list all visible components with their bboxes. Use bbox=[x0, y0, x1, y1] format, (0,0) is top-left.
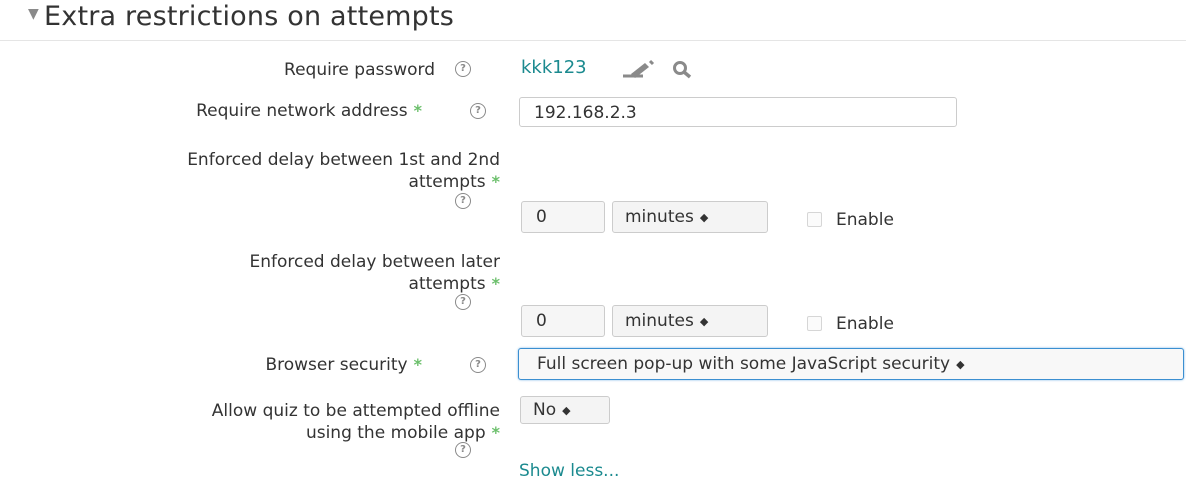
delay-first-label: Enforced delay between 1st and 2nd attem… bbox=[187, 149, 500, 193]
delay-later-label-line1: Enforced delay between later bbox=[249, 252, 500, 272]
pencil-icon[interactable] bbox=[621, 59, 655, 79]
require-password-label: Require password bbox=[284, 60, 435, 80]
offline-select[interactable]: No ◆ bbox=[520, 396, 610, 424]
delay-first-enable-checkbox[interactable] bbox=[807, 212, 822, 227]
browser-security-label: Browser security * bbox=[265, 354, 422, 376]
delay-later-enable-label[interactable]: Enable bbox=[836, 314, 894, 334]
help-icon[interactable]: ? bbox=[455, 442, 471, 458]
search-icon[interactable] bbox=[672, 60, 694, 80]
require-network-label: Require network address * bbox=[196, 100, 422, 122]
delay-later-unit-value: minutes bbox=[625, 311, 694, 331]
sort-arrows-icon: ◆ bbox=[699, 315, 709, 328]
delay-first-enable-label[interactable]: Enable bbox=[836, 210, 894, 230]
section-title[interactable]: Extra restrictions on attempts bbox=[44, 1, 454, 32]
triangle-down-icon[interactable]: ▼ bbox=[28, 6, 39, 22]
required-icon: * bbox=[491, 274, 500, 293]
browser-security-value: Full screen pop-up with some JavaScript … bbox=[537, 354, 951, 374]
help-icon[interactable]: ? bbox=[470, 103, 486, 119]
network-address-input[interactable]: 192.168.2.3 bbox=[519, 97, 957, 127]
required-icon: * bbox=[491, 423, 500, 442]
sort-arrows-icon: ◆ bbox=[562, 404, 571, 417]
delay-later-input[interactable]: 0 bbox=[521, 305, 605, 337]
require-network-label-text: Require network address bbox=[196, 101, 408, 121]
section-header[interactable]: ▼ Extra restrictions on attempts bbox=[0, 0, 1186, 41]
required-icon: * bbox=[491, 172, 500, 191]
required-icon: * bbox=[413, 101, 422, 120]
delay-later-unit-select[interactable]: minutes ◆ bbox=[612, 305, 768, 337]
show-less-link[interactable]: Show less... bbox=[519, 461, 619, 481]
help-icon[interactable]: ? bbox=[455, 61, 471, 77]
offline-label: Allow quiz to be attempted offline using… bbox=[212, 400, 500, 444]
delay-later-label-line2: attempts bbox=[408, 274, 486, 294]
offline-value: No bbox=[533, 400, 557, 420]
help-icon[interactable]: ? bbox=[455, 193, 471, 209]
delay-first-label-line1: Enforced delay between 1st and 2nd bbox=[187, 150, 500, 170]
offline-label-line1: Allow quiz to be attempted offline bbox=[211, 401, 500, 421]
delay-first-unit-value: minutes bbox=[625, 207, 694, 227]
browser-security-label-text: Browser security bbox=[265, 355, 408, 375]
delay-first-input[interactable]: 0 bbox=[521, 201, 605, 233]
sort-arrows-icon: ◆ bbox=[956, 358, 965, 371]
browser-security-select[interactable]: Full screen pop-up with some JavaScript … bbox=[518, 348, 1184, 380]
delay-later-label: Enforced delay between later attempts * bbox=[249, 251, 500, 295]
password-value: kkk123 bbox=[521, 57, 587, 78]
help-icon[interactable]: ? bbox=[455, 294, 471, 310]
sort-arrows-icon: ◆ bbox=[699, 211, 709, 224]
offline-label-line2: using the mobile app bbox=[305, 423, 486, 443]
help-icon[interactable]: ? bbox=[470, 357, 486, 373]
required-icon: * bbox=[413, 355, 422, 374]
delay-first-label-line2: attempts bbox=[408, 172, 486, 192]
delay-later-enable-checkbox[interactable] bbox=[807, 316, 822, 331]
delay-first-unit-select[interactable]: minutes ◆ bbox=[612, 201, 768, 233]
